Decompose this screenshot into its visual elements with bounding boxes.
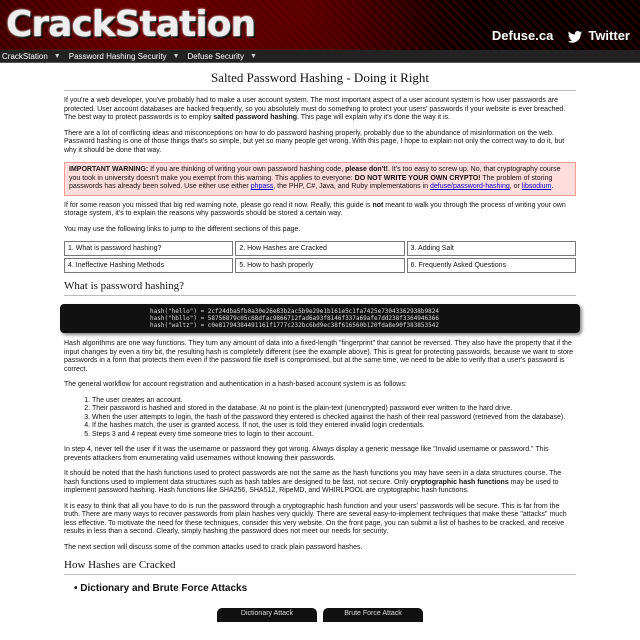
- password-hashing-link[interactable]: defuse/password-hashing: [430, 183, 510, 190]
- text: .: [551, 183, 554, 190]
- text: If for some reason you missed that big r…: [64, 201, 373, 209]
- toc-link[interactable]: 6. Frequently Asked Questions: [406, 258, 576, 273]
- bold-text: cryptographic hash functions: [410, 478, 509, 486]
- site-logo[interactable]: CrackStation: [6, 4, 256, 45]
- site-header: CrackStation Defuse.ca Twitter: [0, 0, 640, 50]
- text: . This page will explain why it's done t…: [297, 114, 450, 121]
- text: If you are thinking of writing your own …: [148, 166, 346, 173]
- code-line: hash("waltz") = c0e81794384491161f1777c2…: [150, 322, 439, 329]
- twitter-link[interactable]: Twitter: [567, 28, 630, 43]
- workflow-steps: The user creates an account. Their passw…: [92, 397, 576, 440]
- nav-item-defuse-security[interactable]: Defuse Security ▼: [188, 52, 257, 61]
- toc-intro: You may use the following links to jump …: [64, 225, 301, 233]
- warning-box: IMPORTANT WARNING: If you are thinking o…: [64, 162, 576, 196]
- toc-link[interactable]: 4. Ineffective Hashing Methods: [64, 258, 234, 273]
- intro-paragraph-1: If you're a web developer, you've probab…: [64, 97, 576, 123]
- text: , the PHP, C#, Java, and Ruby implementa…: [273, 183, 430, 190]
- paragraph: The general workflow for account registr…: [64, 381, 407, 388]
- page-title: Salted Password Hashing - Doing it Right: [64, 70, 576, 91]
- nav-label: Password Hashing Security: [68, 51, 167, 61]
- reminder-paragraph: If for some reason you missed that big r…: [64, 202, 576, 219]
- twitter-label: Twitter: [588, 28, 630, 43]
- twitter-icon: [568, 30, 583, 43]
- paragraph: It is easy to think that all you have to…: [64, 502, 567, 536]
- list-item: If the hashes match, the user is granted…: [92, 422, 576, 431]
- chevron-down-icon: ▼: [172, 52, 180, 60]
- warning-text: IMPORTANT WARNING: If you are thinking o…: [69, 166, 571, 192]
- header-links: Defuse.ca Twitter: [492, 28, 630, 43]
- subsection-title: • Dictionary and Brute Force Attacks: [74, 583, 576, 594]
- chevron-down-icon: ▼: [53, 52, 61, 60]
- nav-label: CrackStation: [2, 51, 48, 61]
- code-block: hash("hello") = 2cf24dba5fb0a30e26e83b2a…: [60, 304, 580, 333]
- code-line: hash("hello") = 2cf24dba5fb0a30e26e83b2a…: [150, 308, 439, 315]
- attack-tabs: Dictionary Attack Brute Force Attack: [64, 608, 576, 622]
- paragraph: The next section will discuss some of th…: [64, 543, 363, 551]
- chevron-down-icon: ▼: [249, 52, 257, 60]
- bold-text: salted password hashing: [213, 114, 298, 121]
- libsodium-link[interactable]: libsodium: [522, 183, 552, 190]
- section-title-cracking: How Hashes are Cracked: [64, 559, 576, 575]
- warning-label: IMPORTANT WARNING:: [69, 166, 149, 173]
- text: Dictionary and Brute Force Attacks: [80, 583, 248, 594]
- nav-item-password-hashing[interactable]: Password Hashing Security ▼: [69, 52, 180, 61]
- list-item: Their password is hashed and stored in t…: [92, 405, 576, 414]
- paragraph: Hash algorithms are one way functions. T…: [64, 340, 574, 373]
- tab-dictionary-attack[interactable]: Dictionary Attack: [217, 608, 317, 622]
- paragraph: In step 4, never tell the user if it was…: [64, 446, 549, 462]
- toc-link[interactable]: 3. Adding Salt: [406, 241, 576, 256]
- phpass-link[interactable]: phpass: [251, 183, 274, 190]
- defuse-link[interactable]: Defuse.ca: [492, 28, 553, 43]
- toc-link[interactable]: 5. How to hash properly: [235, 258, 405, 273]
- intro-paragraph-2: There are a lot of conflicting ideas and…: [64, 129, 565, 154]
- bold-text: DO NOT WRITE YOUR OWN CRYPTO!: [354, 174, 481, 182]
- list-item: When the user attempts to login, the has…: [92, 414, 576, 423]
- nav-item-crackstation[interactable]: CrackStation ▼: [2, 52, 61, 61]
- text: , or: [509, 183, 522, 190]
- bold-text: please don't!: [345, 166, 388, 173]
- list-item: The user creates an account.: [92, 397, 576, 406]
- bold-text: not: [372, 201, 384, 209]
- nav-label: Defuse Security: [187, 51, 244, 61]
- nav-bar: CrackStation ▼ Password Hashing Security ▼…: [0, 50, 640, 63]
- table-of-contents: 1. What is password hashing? 2. How Hash…: [64, 241, 576, 273]
- section-title-hashing: What is password hashing?: [64, 280, 576, 296]
- code-line: hash("hbllo") = 58756879c05c68dfac986671…: [150, 315, 439, 322]
- list-item: Steps 3 and 4 repeat every time someone …: [92, 431, 576, 440]
- toc-link[interactable]: 2. How Hashes are Cracked: [235, 241, 405, 256]
- toc-link[interactable]: 1. What is password hashing?: [64, 241, 234, 256]
- paragraph: It should be noted that the hash functio…: [64, 470, 576, 496]
- tab-brute-force-attack[interactable]: Brute Force Attack: [323, 608, 423, 622]
- main-content: Salted Password Hashing - Doing it Right…: [0, 70, 640, 622]
